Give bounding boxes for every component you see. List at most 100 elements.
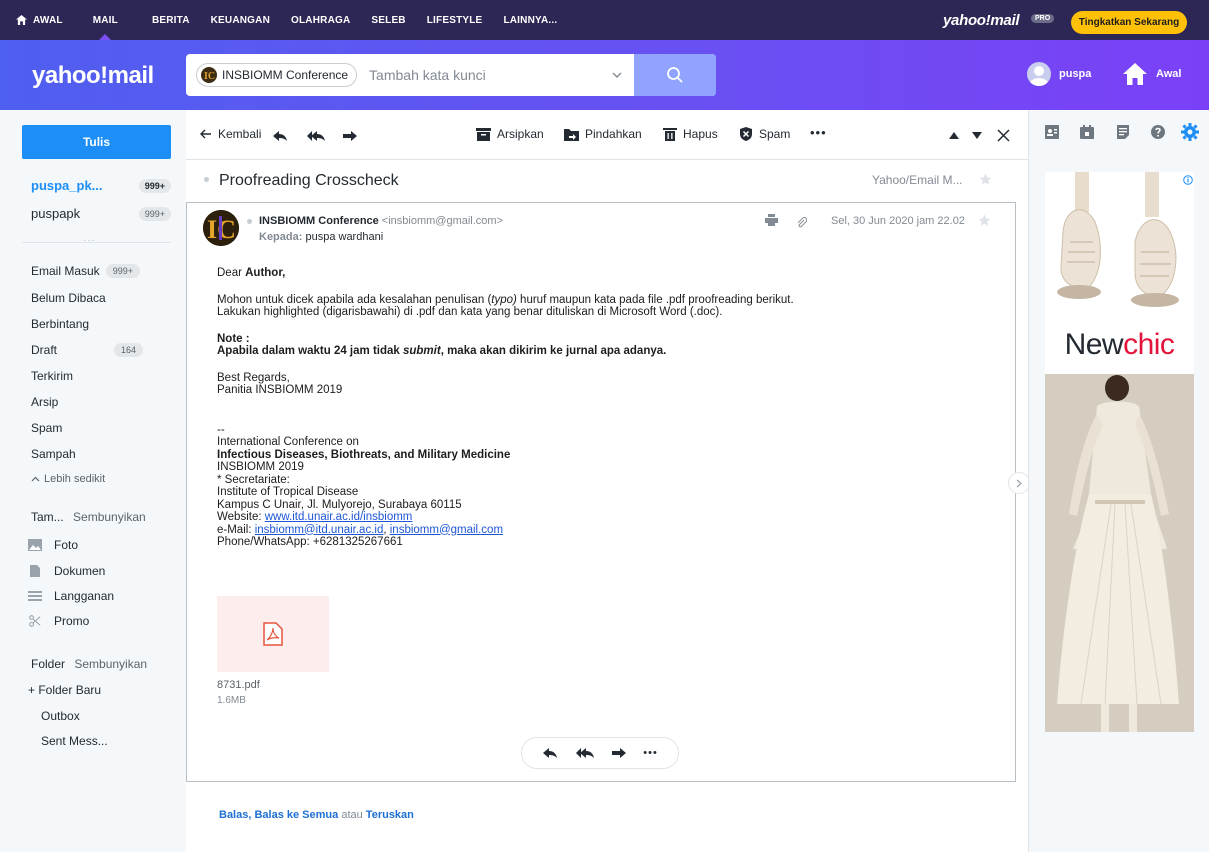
delete-button[interactable]: Hapus xyxy=(663,127,718,141)
signature-line: International Conference on xyxy=(217,436,359,448)
subject-row: Proofreading Crosscheck Yahoo/Email M... xyxy=(186,160,1028,200)
folder-label: Draft xyxy=(31,343,58,357)
reply-icon[interactable] xyxy=(272,130,288,142)
calendar-icon[interactable] xyxy=(1080,125,1094,139)
archive-button[interactable]: Arsipkan xyxy=(476,127,544,141)
folder-spam[interactable]: Spam xyxy=(31,421,143,435)
folder-label: Belum Dibaca xyxy=(31,291,106,305)
hide-folders-link[interactable]: Sembunyikan xyxy=(74,657,147,671)
unread-dot xyxy=(204,177,209,182)
nav-link-keuangan[interactable]: KEUANGAN xyxy=(211,0,270,40)
sender-avatar: IC xyxy=(203,210,239,246)
view-promo[interactable]: Promo xyxy=(28,614,89,628)
search-bar[interactable]: IC INSBIOMM Conference Tambah kata kunci xyxy=(186,54,716,96)
view-documents[interactable]: Dokumen xyxy=(28,564,105,578)
signature-website: Website: www.itd.unair.ac.id/insbiomm xyxy=(217,511,413,523)
back-label: Kembali xyxy=(218,127,262,141)
folder-label: Spam xyxy=(31,421,63,435)
print-icon[interactable] xyxy=(765,214,778,226)
gear-icon[interactable] xyxy=(1181,123,1199,141)
closing: Best Regards, xyxy=(217,371,290,384)
advertisement[interactable]: Newchic xyxy=(1045,172,1194,732)
hide-views-link[interactable]: Sembunyikan xyxy=(73,510,146,524)
svg-text:IC: IC xyxy=(204,71,215,81)
contacts-icon[interactable] xyxy=(1045,125,1059,139)
sender-name[interactable]: INSBIOMM Conference xyxy=(259,215,379,227)
upgrade-button[interactable]: Tingkatkan Sekarang xyxy=(1071,11,1187,34)
folder-inbox[interactable]: Email Masuk 999+ xyxy=(31,264,143,278)
show-less-toggle[interactable]: Lebih sedikit xyxy=(31,473,143,485)
avatar xyxy=(1027,62,1051,86)
folder-outbox[interactable]: Outbox xyxy=(41,709,153,723)
nav-link-seleb[interactable]: SELEB xyxy=(371,0,405,40)
reply-all-link[interactable]: Balas ke Semua xyxy=(254,809,338,821)
message-pane: Proofreading Crosscheck Yahoo/Email M...… xyxy=(186,160,1028,852)
folder-unread[interactable]: Belum Dibaca xyxy=(31,291,143,305)
attachment-preview[interactable] xyxy=(217,596,329,672)
star-icon[interactable] xyxy=(978,214,991,227)
account-item-puspapk[interactable]: puspapk 999+ xyxy=(31,206,171,221)
forward-link[interactable]: Teruskan xyxy=(366,809,414,821)
help-icon[interactable] xyxy=(1151,125,1165,139)
more-actions-button[interactable]: ••• xyxy=(643,747,658,759)
body-paragraph: Lakukan highlighted (digarisbawahi) di .… xyxy=(217,306,723,318)
yahoo-mail-logo-small[interactable]: yahoo!mail xyxy=(943,12,1019,29)
reply-link[interactable]: Balas, xyxy=(219,809,251,821)
message-toolbar: Kembali Arsipkan Pindahkan Hapus Spam ••… xyxy=(186,110,1028,160)
folder-sent[interactable]: Terkirim xyxy=(31,369,143,383)
archive-label: Arsipkan xyxy=(497,127,544,141)
search-button[interactable] xyxy=(634,54,716,96)
next-message-icon[interactable] xyxy=(972,132,982,139)
folder-draft[interactable]: Draft 164 xyxy=(31,343,143,357)
pdf-icon xyxy=(263,622,283,646)
views-header: Tam... Sembunyikan xyxy=(31,510,146,524)
nav-link-lifestyle[interactable]: LIFESTYLE xyxy=(427,0,483,40)
reply-all-icon[interactable] xyxy=(575,747,595,759)
close-icon[interactable] xyxy=(997,129,1010,142)
warning-text: Apabila dalam waktu 24 jam tidak submit,… xyxy=(217,345,667,357)
folder-sent-messages[interactable]: Sent Mess... xyxy=(41,734,153,748)
move-button[interactable]: Pindahkan xyxy=(564,127,642,141)
new-folder-button[interactable]: + Folder Baru xyxy=(28,683,140,697)
search-chip[interactable]: IC INSBIOMM Conference xyxy=(196,63,358,87)
previous-message-icon[interactable] xyxy=(949,132,959,139)
website-link[interactable]: www.itd.unair.ac.id/insbiomm xyxy=(265,511,413,523)
ad-info-icon[interactable] xyxy=(1183,175,1193,185)
view-subscriptions[interactable]: Langganan xyxy=(28,589,114,603)
email-link[interactable]: insbiomm@gmail.com xyxy=(390,524,503,536)
spam-button[interactable]: Spam xyxy=(739,127,790,141)
home-link[interactable]: Awal xyxy=(1122,62,1181,86)
folder-trash[interactable]: Sampah xyxy=(31,447,143,461)
folder-label[interactable]: Yahoo/Email M... xyxy=(872,173,962,187)
folder-archive[interactable]: Arsip xyxy=(31,395,143,409)
forward-icon[interactable] xyxy=(611,747,627,759)
recipient-name[interactable]: puspa wardhani xyxy=(305,231,383,243)
chevron-down-icon[interactable] xyxy=(610,68,624,82)
star-icon[interactable] xyxy=(979,173,992,186)
message-subject: Proofreading Crosscheck xyxy=(219,172,399,189)
compose-button[interactable]: Tulis xyxy=(22,125,171,159)
reply-all-icon[interactable] xyxy=(306,130,326,142)
nav-link-berita[interactable]: BERITA xyxy=(152,0,190,40)
search-input[interactable]: Tambah kata kunci xyxy=(369,67,486,83)
collapse-right-panel-button[interactable] xyxy=(1008,472,1030,494)
nav-link-lainnya[interactable]: LAINNYA... xyxy=(503,0,557,40)
unread-badge: 999+ xyxy=(105,264,140,278)
notepad-icon[interactable] xyxy=(1116,125,1130,139)
search-chip-label: INSBIOMM Conference xyxy=(222,68,349,82)
back-button[interactable]: Kembali xyxy=(200,127,261,141)
user-menu[interactable]: puspa xyxy=(1027,62,1091,86)
folder-starred[interactable]: Berbintang xyxy=(31,317,143,331)
reply-icon[interactable] xyxy=(542,747,558,759)
nav-link-mail[interactable]: MAIL xyxy=(93,0,118,40)
attachment-name[interactable]: 8731.pdf xyxy=(217,679,260,691)
yahoo-mail-logo[interactable]: yahoo!mail xyxy=(32,62,154,90)
nav-link-awal[interactable]: AWAL xyxy=(16,0,63,40)
view-photos[interactable]: Foto xyxy=(28,538,78,552)
email-link[interactable]: insbiomm@itd.unair.ac.id xyxy=(255,524,384,536)
forward-icon[interactable] xyxy=(342,130,358,142)
account-item-puspa-pk[interactable]: puspa_pk... 999+ xyxy=(31,178,171,193)
nav-link-olahraga[interactable]: OLAHRAGA xyxy=(291,0,350,40)
more-accounts-dots[interactable]: ··· xyxy=(83,235,96,246)
more-actions-button[interactable]: ••• xyxy=(810,125,827,140)
